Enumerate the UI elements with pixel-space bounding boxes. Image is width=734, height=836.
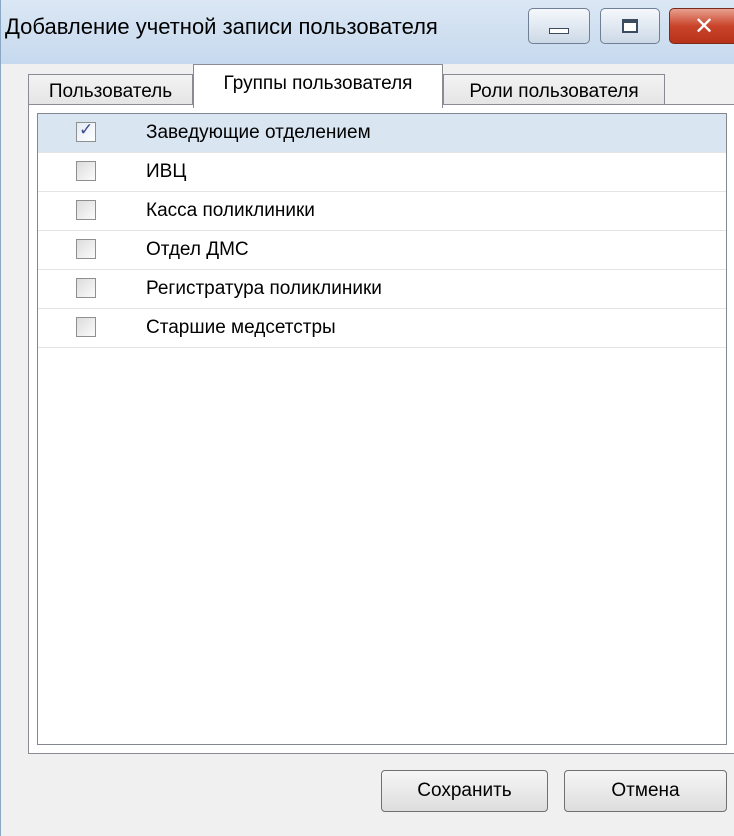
- group-checkbox[interactable]: [76, 239, 96, 259]
- group-checkbox[interactable]: [76, 278, 96, 298]
- group-label: Отдел ДМС: [146, 239, 249, 260]
- maximize-button[interactable]: [600, 8, 660, 44]
- checkmark-icon: ✓: [79, 120, 94, 140]
- minimize-icon: [549, 28, 569, 34]
- group-label: Касса поликлиники: [146, 200, 315, 221]
- list-item-group[interactable]: Отдел ДМС: [38, 231, 726, 270]
- tab-panel-groups: ✓ Заведующие отделением ИВЦ Касса поликл…: [28, 104, 734, 754]
- tab-user-roles[interactable]: Роли пользователя: [443, 74, 665, 108]
- list-item-group[interactable]: ✓ Заведующие отделением: [38, 114, 726, 153]
- list-item-group[interactable]: Касса поликлиники: [38, 192, 726, 231]
- tab-user-groups[interactable]: Группы пользователя: [193, 64, 443, 108]
- group-label: ИВЦ: [146, 161, 187, 182]
- list-item-group[interactable]: ИВЦ: [38, 153, 726, 192]
- maximize-icon: [622, 19, 638, 33]
- dialog-window: Добавление учетной записи пользователя ✕…: [0, 0, 734, 836]
- close-button[interactable]: ✕: [669, 8, 734, 44]
- group-checkbox[interactable]: [76, 317, 96, 337]
- tab-user[interactable]: Пользователь: [28, 74, 193, 108]
- group-checkbox[interactable]: [76, 161, 96, 181]
- list-item-group[interactable]: Старшие медсетстры: [38, 309, 726, 348]
- group-label: Регистратура поликлиники: [146, 278, 382, 299]
- group-label: Старшие медсетстры: [146, 317, 336, 338]
- groups-list[interactable]: ✓ Заведующие отделением ИВЦ Касса поликл…: [37, 113, 727, 745]
- title-bar[interactable]: Добавление учетной записи пользователя ✕: [1, 0, 734, 64]
- close-icon: ✕: [693, 12, 715, 40]
- window-title: Добавление учетной записи пользователя: [5, 14, 438, 39]
- group-checkbox[interactable]: ✓: [76, 120, 96, 142]
- list-item-group[interactable]: Регистратура поликлиники: [38, 270, 726, 309]
- cancel-button[interactable]: Отмена: [564, 770, 727, 812]
- group-label: Заведующие отделением: [146, 122, 371, 143]
- group-checkbox[interactable]: [76, 200, 96, 220]
- save-button[interactable]: Сохранить: [381, 770, 548, 812]
- minimize-button[interactable]: [528, 8, 590, 44]
